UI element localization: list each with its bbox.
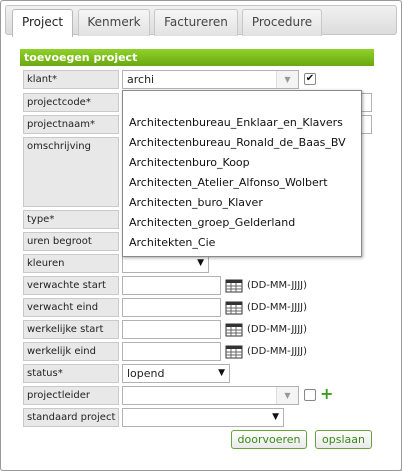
autocomplete-item[interactable]: Architectenbureau_Enklaar_en_Klavers (123, 113, 361, 133)
doorvoeren-button[interactable]: doorvoeren (231, 430, 307, 449)
autocomplete-item[interactable]: Architectenbureau_Ronald_de_Baas_BV (123, 133, 361, 153)
calendar-icon[interactable] (225, 322, 243, 337)
chevron-down-icon: ▼ (272, 412, 279, 422)
klant-input[interactable]: archi ▼ (122, 70, 299, 89)
label-projectnaam: projectnaam* (23, 115, 119, 134)
label-projectcode: projectcode* (23, 93, 119, 112)
tab-kenmerk[interactable]: Kenmerk (78, 9, 150, 36)
label-type: type* (23, 210, 119, 229)
chevron-down-icon: ▼ (197, 258, 204, 268)
calendar-icon[interactable] (225, 344, 243, 359)
label-verwacht-eind: verwacht eind (23, 298, 119, 317)
calendar-icon[interactable] (225, 278, 243, 293)
tab-procedure[interactable]: Procedure (242, 9, 322, 36)
calendar-icon[interactable] (225, 300, 243, 315)
projectleider-checkbox[interactable] (304, 389, 316, 401)
standaard-project-select[interactable]: ▼ (122, 408, 284, 427)
date-format-hint: (DD-MM-JJJJ) (247, 280, 308, 291)
klant-value: archi (127, 73, 155, 86)
date-format-hint: (DD-MM-JJJJ) (247, 302, 308, 313)
autocomplete-item[interactable]: Architecten_groep_Gelderland (123, 213, 361, 233)
klant-checkbox[interactable]: ✔ (304, 73, 316, 85)
tab-bar: Project Kenmerk Factureren Procedure (5, 5, 397, 37)
date-format-hint: (DD-MM-JJJJ) (247, 324, 308, 335)
label-verwachte-start: verwachte start (23, 276, 119, 295)
form-title: toevoegen project (20, 49, 374, 66)
autocomplete-item[interactable]: Architecten_Atelier_Alfonso_Wolbert (123, 173, 361, 193)
status-select[interactable]: lopend ▼ (122, 364, 230, 383)
dialog-frame: Project Kenmerk Factureren Procedure toe… (0, 0, 402, 471)
chevron-down-icon: ▼ (218, 368, 225, 378)
tab-project[interactable]: Project (12, 9, 73, 37)
opslaan-button[interactable]: opslaan (315, 430, 372, 449)
label-projectleider: projectleider (23, 386, 119, 405)
label-werkelijk-eind: werkelijk eind (23, 342, 119, 361)
label-status: status* (23, 364, 119, 383)
autocomplete-item[interactable]: Architecten_buro_Klaver (123, 193, 361, 213)
label-klant: klant* (23, 70, 119, 89)
label-kleuren: kleuren (23, 254, 119, 273)
verwacht-eind-input[interactable] (122, 298, 221, 317)
chevron-down-icon[interactable]: ▼ (276, 71, 298, 88)
chevron-down-icon[interactable]: ▼ (276, 387, 298, 404)
autocomplete-item[interactable]: Architectenburo_Koop (123, 153, 361, 173)
label-uren-begroot: uren begroot (23, 232, 119, 251)
date-format-hint: (DD-MM-JJJJ) (247, 346, 308, 357)
tab-factureren[interactable]: Factureren (154, 9, 238, 36)
klant-autocomplete-list: Architectenbureau_Enklaar_en_Klavers Arc… (122, 90, 362, 257)
label-standaard-project: standaard project (23, 408, 119, 427)
label-werkelijke-start: werkelijke start (23, 320, 119, 339)
verwachte-start-input[interactable] (122, 276, 221, 295)
autocomplete-item[interactable]: Architekten_Cie (123, 233, 361, 253)
werkelijk-eind-input[interactable] (122, 342, 221, 361)
projectleider-input[interactable]: ▼ (122, 386, 299, 405)
add-icon[interactable]: + (320, 386, 333, 402)
werkelijke-start-input[interactable] (122, 320, 221, 339)
label-omschrijving: omschrijving (23, 137, 119, 207)
status-value: lopend (127, 367, 165, 380)
